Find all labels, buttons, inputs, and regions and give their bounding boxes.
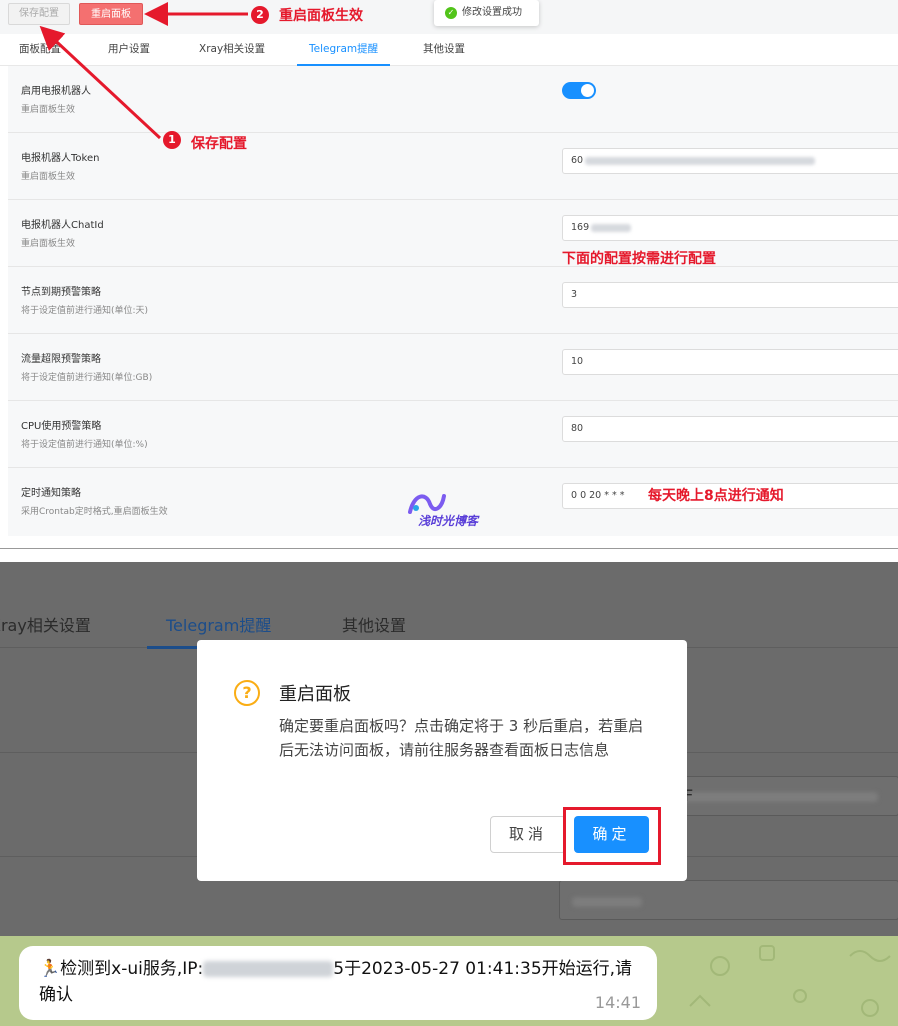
restart-confirm-dialog: ? 重启面板 确定要重启面板吗？点击确定将于 3 秒后重启，若重启后无法访问面板…	[197, 640, 687, 881]
watermark: 浅时光博客	[404, 490, 496, 534]
config-note: 下面的配置按需进行配置	[562, 251, 716, 267]
tab-other-settings[interactable]: 其他设置	[342, 612, 406, 636]
message-time: 14:41	[594, 993, 641, 1012]
dialog-message: 确定要重启面板吗？点击确定将于 3 秒后重启，若重启后无法访问面板，请前往服务器…	[279, 717, 644, 759]
chat-message-bubble[interactable]: 🏃检测到x-ui服务,IP: 5于2023-05-27 01:41:35开始运行,…	[19, 946, 657, 1020]
cancel-button[interactable]: 取消	[490, 816, 566, 853]
runner-emoji: 🏃	[39, 959, 61, 979]
section-divider	[0, 548, 898, 562]
telegram-chat: 🏃检测到x-ui服务,IP: 5于2023-05-27 01:41:35开始运行,…	[0, 936, 898, 1026]
watermark-text: 浅时光博客	[418, 514, 479, 528]
dialog-title: 重启面板	[279, 684, 351, 705]
step-2-note: 重启面板生效	[279, 8, 363, 24]
restart-dialog-screen: Xray相关设置 Telegram提醒 其他设置 F ? 重启面板 确定要重启面…	[0, 562, 898, 936]
question-circle-icon: ?	[234, 680, 260, 706]
arrow-to-save-button	[39, 25, 162, 140]
ip-tail: 5	[333, 959, 345, 979]
cron-note: 每天晚上8点进行通知	[648, 488, 784, 504]
step-1-note: 保存配置	[191, 136, 247, 152]
annotation-arrows	[39, 2, 248, 140]
confirm-highlight-box	[563, 807, 661, 865]
message-text: 🏃检测到x-ui服务,IP: 5于2023-05-27 01:41:35开始运行,…	[39, 956, 649, 1008]
step-1-badge: 1	[163, 131, 181, 149]
tab-xray-settings[interactable]: Xray相关设置	[0, 612, 91, 636]
tab-telegram[interactable]: Telegram提醒	[166, 612, 271, 636]
blurred-text	[572, 897, 642, 907]
blurred-text	[678, 792, 878, 802]
step-2-badge: 2	[251, 6, 269, 24]
dimmed-chatid-input[interactable]	[559, 880, 898, 920]
message-prefix: 检测到x-ui服务,IP:	[60, 959, 204, 979]
settings-panel: 保存配置 重启面板 ✓ 修改设置成功 面板配置 用户设置 Xray相关设置 Te…	[0, 0, 898, 548]
redacted-ip	[203, 961, 334, 977]
